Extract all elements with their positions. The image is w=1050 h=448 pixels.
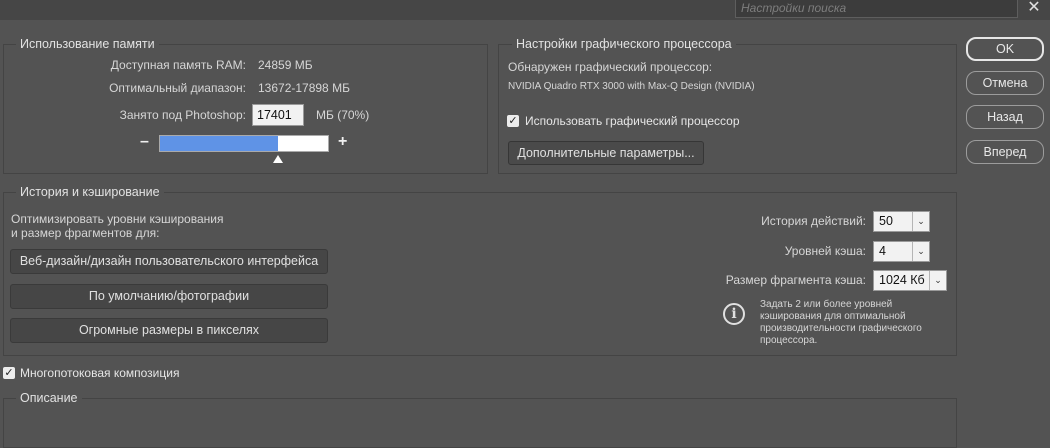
chevron-down-icon: ⌄	[912, 242, 929, 261]
web-ui-design-button[interactable]: Веб-дизайн/дизайн пользовательского инте…	[10, 249, 328, 274]
chevron-down-icon: ⌄	[929, 271, 946, 290]
next-button[interactable]: Вперед	[966, 140, 1044, 164]
optimal-range-value: 13672-17898 МБ	[258, 81, 350, 95]
cache-info-text-line4: процессора.	[760, 335, 818, 346]
info-icon: i	[723, 303, 745, 325]
search-input[interactable]: Настройки поиска	[735, 0, 1018, 18]
memory-usage-title: Использование памяти	[16, 37, 159, 51]
optimize-cache-text-line1: Оптимизировать уровни кэширования	[11, 212, 224, 226]
cache-tile-size-dropdown[interactable]: 1024 Кб ⌄	[873, 270, 947, 291]
cache-levels-value: 4	[879, 244, 886, 258]
memory-slider-thumb[interactable]	[273, 155, 283, 163]
history-states-label: История действий:	[761, 214, 866, 228]
memory-increase-button[interactable]: +	[338, 133, 347, 151]
cache-levels-label: Уровней кэша:	[784, 244, 866, 258]
cache-info-text-line2: кэширования для оптимальной	[760, 311, 906, 322]
optimal-range-label: Оптимальный диапазон:	[109, 81, 246, 95]
description-title: Описание	[16, 391, 82, 405]
huge-pixel-dimensions-button[interactable]: Огромные размеры в пикселях	[10, 318, 328, 343]
ok-button[interactable]: OK	[966, 37, 1044, 61]
close-icon[interactable]: ✕	[1026, 0, 1042, 17]
cache-tile-size-value: 1024 Кб	[879, 273, 925, 287]
history-cache-title: История и кэширование	[16, 185, 164, 199]
use-gpu-checkbox[interactable]: ✓	[507, 115, 519, 127]
cache-info-text-line1: Задать 2 или более уровней	[760, 299, 893, 310]
history-states-dropdown[interactable]: 50 ⌄	[873, 211, 930, 232]
cache-levels-dropdown[interactable]: 4 ⌄	[873, 241, 930, 262]
multithreaded-compositing-label: Многопотоковая композиция	[20, 366, 180, 380]
gpu-settings-title: Настройки графического процессора	[512, 37, 736, 51]
memory-slider-fill	[160, 136, 278, 151]
photoshop-memory-unit: МБ (70%)	[316, 108, 370, 122]
cache-info-text-line3: производительности графического	[760, 323, 922, 334]
memory-slider[interactable]	[159, 135, 329, 152]
photoshop-memory-input[interactable]: 17401	[252, 104, 304, 126]
gpu-detected-label: Обнаружен графический процессор:	[508, 60, 713, 74]
description-group	[3, 398, 957, 448]
back-button[interactable]: Назад	[966, 105, 1044, 129]
advanced-settings-button[interactable]: Дополнительные параметры...	[508, 141, 704, 165]
multithreaded-compositing-checkbox[interactable]: ✓	[3, 367, 15, 379]
photoshop-memory-label: Занято под Photoshop:	[119, 108, 246, 122]
default-photos-button[interactable]: По умолчанию/фотографии	[10, 284, 328, 309]
cache-tile-size-label: Размер фрагмента кэша:	[725, 273, 866, 287]
available-ram-value: 24859 МБ	[258, 58, 313, 72]
memory-decrease-button[interactable]: –	[140, 133, 149, 151]
use-gpu-label: Использовать графический процессор	[525, 114, 740, 128]
chevron-down-icon: ⌄	[912, 212, 929, 231]
optimize-cache-text-line2: и размер фрагментов для:	[11, 226, 160, 240]
cancel-button[interactable]: Отмена	[966, 71, 1044, 95]
gpu-detected-name: NVIDIA Quadro RTX 3000 with Max-Q Design…	[508, 81, 755, 92]
available-ram-label: Доступная память RAM:	[110, 58, 246, 72]
history-states-value: 50	[879, 214, 893, 228]
search-placeholder: Настройки поиска	[741, 1, 847, 15]
